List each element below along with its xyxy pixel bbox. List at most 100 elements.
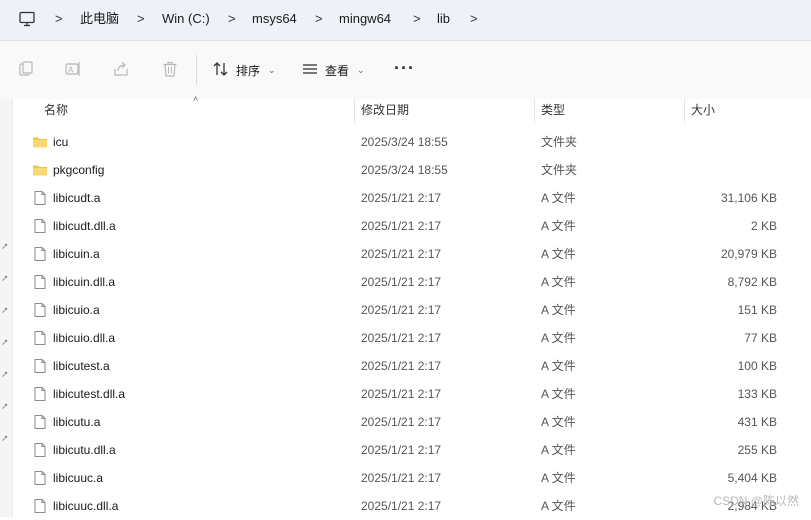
file-icon xyxy=(32,498,48,514)
breadcrumb-separator[interactable]: > xyxy=(470,10,478,28)
breadcrumb-item-mingw64[interactable]: mingw64 xyxy=(339,10,391,28)
file-row[interactable]: libicutu.a 2025/1/21 2:17 A 文件 431 KB xyxy=(13,408,811,436)
breadcrumb-item-lib[interactable]: lib xyxy=(437,10,450,28)
file-name: libicudt.a xyxy=(53,191,101,205)
more-options-button[interactable]: ··· xyxy=(394,58,415,78)
file-row[interactable]: libicutu.dll.a 2025/1/21 2:17 A 文件 255 K… xyxy=(13,436,811,464)
column-header: ˄ 名称 修改日期 类型 大小 xyxy=(13,94,811,123)
file-type: 文件夹 xyxy=(541,163,578,177)
pin-icon: ➚ xyxy=(1,433,9,443)
column-divider[interactable] xyxy=(354,99,355,123)
file-type: A 文件 xyxy=(541,331,576,345)
file-row[interactable]: libicuin.a 2025/1/21 2:17 A 文件 20,979 KB xyxy=(13,240,811,268)
file-name: icu xyxy=(53,135,69,149)
rename-icon[interactable]: A xyxy=(62,58,84,80)
file-size: 20,979 KB xyxy=(720,247,777,261)
file-icon xyxy=(32,442,48,458)
column-date[interactable]: 修改日期 xyxy=(361,99,409,123)
file-date: 2025/1/21 2:17 xyxy=(361,471,442,485)
column-type[interactable]: 类型 xyxy=(541,99,565,123)
pin-icon: ➚ xyxy=(1,337,9,347)
file-row[interactable]: libicutest.a 2025/1/21 2:17 A 文件 100 KB xyxy=(13,352,811,380)
file-type: A 文件 xyxy=(541,219,576,233)
breadcrumb-item-this-pc[interactable]: 此电脑 xyxy=(80,10,119,28)
file-date: 2025/1/21 2:17 xyxy=(361,359,442,373)
file-name: libicuin.dll.a xyxy=(53,275,116,289)
file-name: libicuuc.a xyxy=(53,471,104,485)
file-date: 2025/1/21 2:17 xyxy=(361,219,442,233)
file-name: libicuio.a xyxy=(53,303,100,317)
breadcrumb-item-msys64[interactable]: msys64 xyxy=(252,10,297,28)
file-type: A 文件 xyxy=(541,471,576,485)
svg-text:A: A xyxy=(68,66,74,75)
file-row[interactable]: libicuuc.a 2025/1/21 2:17 A 文件 5,404 KB xyxy=(13,464,811,492)
folder-icon xyxy=(32,162,48,178)
file-type: 文件夹 xyxy=(541,135,578,149)
file-icon xyxy=(32,386,48,402)
breadcrumb-separator[interactable]: > xyxy=(55,10,63,28)
file-icon xyxy=(32,190,48,206)
breadcrumb-separator[interactable]: > xyxy=(228,10,236,28)
breadcrumb-separator[interactable]: > xyxy=(413,10,421,28)
sort-ascending-icon: ˄ xyxy=(193,94,199,104)
file-row[interactable]: libicuio.dll.a 2025/1/21 2:17 A 文件 77 KB xyxy=(13,324,811,352)
file-type: A 文件 xyxy=(541,247,576,261)
file-icon xyxy=(32,274,48,290)
file-icon xyxy=(32,246,48,262)
file-row[interactable]: libicudt.a 2025/1/21 2:17 A 文件 31,106 KB xyxy=(13,184,811,212)
view-button[interactable]: 查看 ⌄ xyxy=(301,59,365,81)
file-type: A 文件 xyxy=(541,387,576,401)
file-size: 5,404 KB xyxy=(727,471,777,485)
file-name: libicutest.dll.a xyxy=(53,387,126,401)
file-row[interactable]: icu 2025/3/24 18:55 文件夹 xyxy=(13,128,811,156)
column-size[interactable]: 大小 xyxy=(691,99,715,123)
sort-button[interactable]: 排序 ⌄ xyxy=(212,59,276,81)
file-row[interactable]: libicutest.dll.a 2025/1/21 2:17 A 文件 133… xyxy=(13,380,811,408)
pin-icon: ➚ xyxy=(1,369,9,379)
file-size: 31,106 KB xyxy=(720,191,777,205)
file-name: libicudt.dll.a xyxy=(53,219,116,233)
file-date: 2025/1/21 2:17 xyxy=(361,275,442,289)
breadcrumb-separator[interactable]: > xyxy=(315,10,323,28)
file-row[interactable]: pkgconfig 2025/3/24 18:55 文件夹 xyxy=(13,156,811,184)
view-list-icon xyxy=(301,61,319,80)
pin-icon: ➚ xyxy=(1,273,9,283)
file-size: 133 KB xyxy=(737,387,777,401)
pin-icon: ➚ xyxy=(1,401,9,411)
file-size: 255 KB xyxy=(737,443,777,457)
delete-icon[interactable] xyxy=(159,58,181,80)
breadcrumb-separator[interactable]: > xyxy=(137,10,145,28)
file-date: 2025/1/21 2:17 xyxy=(361,387,442,401)
file-name: libicutu.a xyxy=(53,415,101,429)
file-name: libicuin.a xyxy=(53,247,100,261)
file-name: libicutest.a xyxy=(53,359,110,373)
column-name[interactable]: 名称 xyxy=(44,99,68,123)
file-type: A 文件 xyxy=(541,359,576,373)
file-type: A 文件 xyxy=(541,303,576,317)
file-icon xyxy=(32,330,48,346)
file-date: 2025/1/21 2:17 xyxy=(361,415,442,429)
view-label: 查看 xyxy=(325,63,350,78)
file-row[interactable]: libicuuc.dll.a 2025/1/21 2:17 A 文件 2,984… xyxy=(13,492,811,520)
share-icon[interactable] xyxy=(110,58,132,80)
file-type: A 文件 xyxy=(541,443,576,457)
file-row[interactable]: libicudt.dll.a 2025/1/21 2:17 A 文件 2 KB xyxy=(13,212,811,240)
file-size: 431 KB xyxy=(737,415,777,429)
file-name: libicuuc.dll.a xyxy=(53,499,119,513)
address-bar[interactable]: > 此电脑 > Win (C:) > msys64 > mingw64 > li… xyxy=(0,0,811,40)
file-size: 2 KB xyxy=(750,219,777,233)
column-divider[interactable] xyxy=(534,99,535,123)
file-date: 2025/1/21 2:17 xyxy=(361,443,442,457)
file-icon xyxy=(32,218,48,234)
breadcrumb-item-win-c[interactable]: Win (C:) xyxy=(162,10,210,28)
navigation-pane-edge[interactable]: ➚ ➚ ➚ ➚ ➚ ➚ ➚ xyxy=(0,99,13,517)
copy-icon[interactable] xyxy=(15,58,37,80)
file-size: 100 KB xyxy=(737,359,777,373)
command-toolbar: A 排序 ⌄ 查看 ⌄ ··· xyxy=(0,40,811,100)
computer-icon[interactable] xyxy=(18,10,36,31)
file-row[interactable]: libicuio.a 2025/1/21 2:17 A 文件 151 KB xyxy=(13,296,811,324)
file-row[interactable]: libicuin.dll.a 2025/1/21 2:17 A 文件 8,792… xyxy=(13,268,811,296)
file-type: A 文件 xyxy=(541,275,576,289)
column-divider[interactable] xyxy=(684,99,685,123)
file-icon xyxy=(32,358,48,374)
